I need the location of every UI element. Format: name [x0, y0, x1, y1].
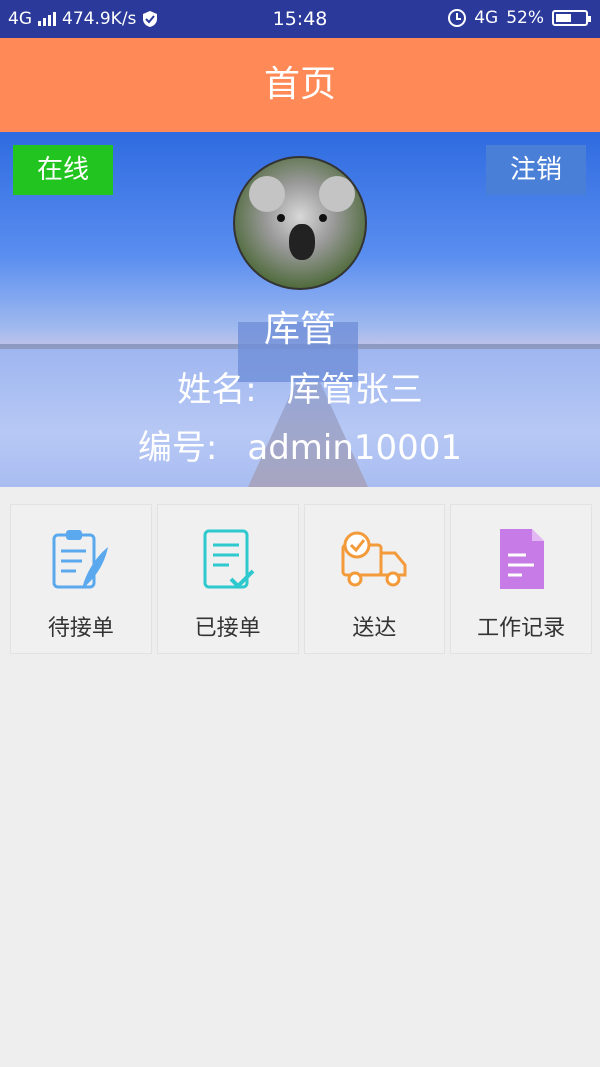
id-label: 编号: — [137, 428, 218, 468]
document-check-icon — [203, 529, 255, 589]
page-title: 首页 — [0, 38, 600, 132]
status-bar: 4G 474.9K/s 15:48 4G 52% — [0, 0, 600, 38]
name-label: 姓名: — [177, 370, 257, 410]
battery-icon — [552, 10, 591, 26]
avatar-eye-right — [319, 214, 327, 222]
profile-banner: 在线 注销 库管 姓名: 库管张三 编号: admin10001 — [0, 132, 600, 487]
menu-label: 工作记录 — [477, 616, 566, 641]
user-role: 库管 — [263, 309, 336, 350]
logout-button[interactable]: 注销 — [486, 145, 586, 195]
user-name-line: 姓名: 库管张三 — [0, 362, 600, 411]
name-value: 库管张三 — [286, 370, 423, 410]
network-type-right: 4G — [474, 8, 499, 28]
avatar-nose — [289, 224, 315, 260]
avatar[interactable] — [233, 156, 367, 290]
menu-accepted-orders[interactable]: 已接单 — [156, 504, 299, 654]
avatar-ear-left — [249, 176, 285, 212]
avatar-eye-left — [277, 214, 285, 222]
menu-grid: 待接单 已接单 送达 工作记录 — [10, 504, 592, 654]
menu-pending-orders[interactable]: 待接单 — [10, 504, 152, 654]
battery-percent: 52% — [506, 8, 544, 28]
avatar-ear-right — [319, 176, 355, 212]
menu-label: 待接单 — [47, 616, 114, 641]
work-log-document-icon — [500, 529, 545, 589]
menu-label: 已接单 — [194, 616, 261, 641]
battery-fill — [556, 14, 571, 22]
menu-work-log[interactable]: 工作记录 — [450, 504, 592, 654]
online-status-button[interactable]: 在线 — [13, 145, 113, 195]
menu-delivered[interactable]: 送达 — [303, 504, 446, 654]
delivery-truck-icon — [341, 531, 407, 587]
user-id-line: 编号: admin10001 — [0, 420, 600, 469]
alarm-clock-icon — [448, 9, 467, 27]
menu-label: 送达 — [352, 616, 397, 641]
clipboard-feather-icon — [52, 530, 108, 589]
id-value: admin10001 — [247, 428, 463, 468]
status-right: 4G 52% — [448, 8, 591, 28]
